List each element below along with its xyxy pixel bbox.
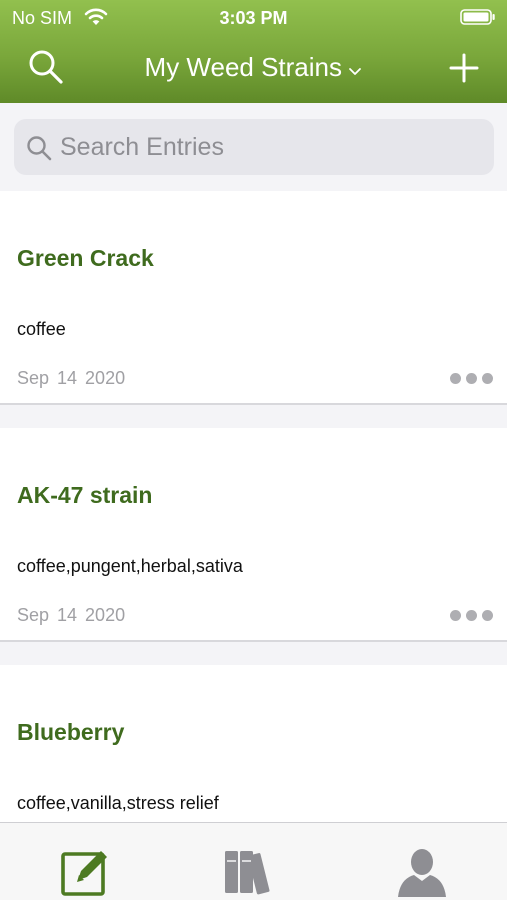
search-bar-container: [0, 103, 507, 191]
library-icon[interactable]: [224, 847, 280, 897]
clock: 3:03 PM: [219, 8, 288, 28]
entry-title: AK-47 strain: [17, 482, 153, 508]
search-input[interactable]: [60, 127, 480, 167]
entry-title: Green Crack: [17, 245, 154, 271]
entry-list: Green Crack coffee Sep 14 2020 AK-47 str…: [0, 191, 507, 822]
battery-icon: [460, 9, 495, 25]
more-options-icon[interactable]: [450, 371, 494, 385]
entry-tags: coffee: [17, 319, 66, 339]
status-bar: No SIM 3:03 PM: [0, 0, 507, 34]
search-icon: [27, 136, 52, 161]
entry-date: Sep 14 2020: [17, 368, 126, 388]
entry-tags: coffee,vanilla,stress relief: [17, 793, 219, 813]
tab-bar: [0, 822, 507, 900]
chevron-down-icon: [349, 67, 362, 75]
list-item[interactable]: AK-47 strain coffee,pungent,herbal,sativ…: [0, 428, 507, 642]
list-item[interactable]: Blueberry coffee,vanilla,stress relief: [0, 665, 507, 822]
app-header: No SIM 3:03 PM My Weed Strains: [0, 0, 507, 103]
edit-icon[interactable]: [60, 847, 110, 897]
more-options-icon[interactable]: [450, 608, 494, 622]
plus-icon[interactable]: [449, 53, 479, 83]
title-dropdown[interactable]: My Weed Strains: [0, 52, 507, 83]
navigation-bar: My Weed Strains: [0, 34, 507, 103]
profile-icon[interactable]: [396, 847, 448, 897]
entry-date: Sep 14 2020: [17, 605, 126, 625]
page-title: My Weed Strains: [144, 52, 343, 82]
search-box[interactable]: [14, 119, 494, 175]
entry-tags: coffee,pungent,herbal,sativa: [17, 556, 243, 576]
entry-title: Blueberry: [17, 719, 125, 745]
list-item[interactable]: Green Crack coffee Sep 14 2020: [0, 191, 507, 405]
